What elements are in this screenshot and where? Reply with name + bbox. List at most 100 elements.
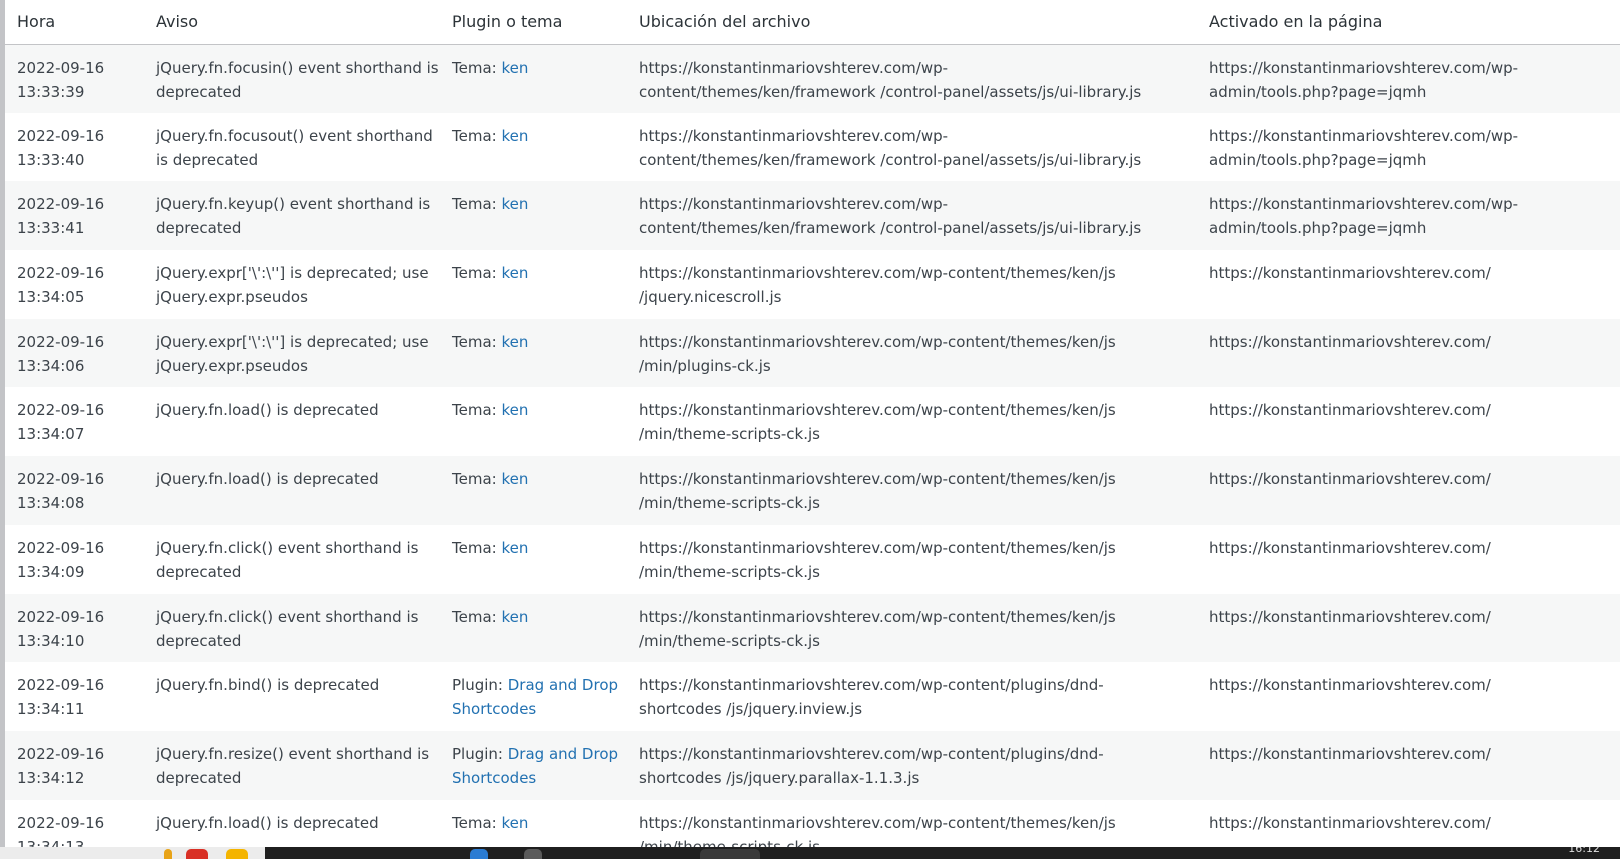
cell-time: 2022-09-16 13:34:12 bbox=[17, 744, 105, 787]
cell-activated-page: https://konstantinmariovshterev.com/ bbox=[1209, 607, 1491, 626]
deprecation-log-table: Hora Aviso Plugin o tema Ubicación del a… bbox=[5, 0, 1620, 847]
source-name-link[interactable]: ken bbox=[501, 401, 528, 419]
source-name-link[interactable]: ken bbox=[501, 539, 528, 557]
cell-time: 2022-09-16 13:34:05 bbox=[17, 264, 105, 307]
table-row: 2022-09-16 13:34:13 jQuery.fn.load() is d… bbox=[5, 799, 1620, 847]
cell-notice: jQuery.fn.click() event shorthand is dep… bbox=[156, 607, 419, 650]
cell-source: Tema: ken bbox=[440, 113, 627, 182]
taskbar-clock[interactable]: 16:12 bbox=[1568, 847, 1600, 855]
table-row: 2022-09-16 13:34:10 jQuery.fn.click() eve… bbox=[5, 593, 1620, 663]
cell-time: 2022-09-16 13:33:39 bbox=[17, 58, 105, 101]
source-name-link[interactable]: ken bbox=[501, 59, 528, 77]
cell-time: 2022-09-16 13:33:40 bbox=[17, 126, 105, 169]
cell-activated-page: https://konstantinmariovshterev.com/ bbox=[1209, 264, 1491, 283]
source-type-label: Tema: bbox=[452, 813, 502, 832]
source-type-label: Plugin: bbox=[452, 744, 508, 763]
source-name-link[interactable]: ken bbox=[501, 470, 528, 488]
cell-time: 2022-09-16 13:34:10 bbox=[17, 607, 105, 650]
cell-activated-page: https://konstantinmariovshterev.com/ bbox=[1209, 744, 1491, 763]
cell-notice: jQuery.fn.keyup() event shorthand is dep… bbox=[156, 195, 431, 238]
cell-notice: jQuery.fn.load() is deprecated bbox=[156, 813, 379, 832]
source-name-link[interactable]: ken bbox=[501, 127, 528, 145]
cell-file-location: https://konstantinmariovshterev.com/wp-c… bbox=[639, 58, 1142, 101]
source-type-label: Plugin: bbox=[452, 676, 508, 695]
cell-notice: jQuery.fn.click() event shorthand is dep… bbox=[156, 538, 419, 581]
cell-time: 2022-09-16 13:34:06 bbox=[17, 332, 105, 375]
column-header-file-location[interactable]: Ubicación del archivo bbox=[627, 0, 1197, 45]
column-header-plugin-theme[interactable]: Plugin o tema bbox=[440, 0, 627, 45]
pinned-app-icon[interactable] bbox=[524, 849, 542, 859]
file-explorer-icon[interactable] bbox=[226, 849, 248, 859]
table-row: 2022-09-16 13:34:11 jQuery.fn.bind() is d… bbox=[5, 662, 1620, 731]
table-row: 2022-09-16 13:33:41 jQuery.fn.keyup() eve… bbox=[5, 181, 1620, 251]
cell-file-location: https://konstantinmariovshterev.com/wp-c… bbox=[639, 813, 1116, 847]
cell-source: Tema: ken bbox=[440, 387, 627, 456]
cell-activated-page: https://konstantinmariovshterev.com/wp-a… bbox=[1209, 195, 1519, 238]
table-row: 2022-09-16 13:34:06 jQuery.expr['\':\''] … bbox=[5, 318, 1620, 388]
source-type-label: Tema: bbox=[452, 538, 502, 557]
table-row: 2022-09-16 13:34:12 jQuery.fn.resize() ev… bbox=[5, 730, 1620, 800]
cell-time: 2022-09-16 13:33:41 bbox=[17, 195, 105, 238]
table-row: 2022-09-16 13:34:05 jQuery.expr['\':\''] … bbox=[5, 250, 1620, 319]
table-header: Hora Aviso Plugin o tema Ubicación del a… bbox=[5, 0, 1620, 45]
cell-time: 2022-09-16 13:34:08 bbox=[17, 470, 105, 513]
cell-file-location: https://konstantinmariovshterev.com/wp-c… bbox=[639, 744, 1104, 787]
cell-source: Tema: ken bbox=[440, 800, 627, 847]
cell-file-location: https://konstantinmariovshterev.com/wp-c… bbox=[639, 332, 1116, 375]
cell-file-location: https://konstantinmariovshterev.com/wp-c… bbox=[639, 401, 1116, 444]
table-row: 2022-09-16 13:34:07 jQuery.fn.load() is d… bbox=[5, 387, 1620, 457]
cell-time: 2022-09-16 13:34:11 bbox=[17, 676, 105, 719]
source-name-link[interactable]: ken bbox=[501, 264, 528, 282]
source-type-label: Tema: bbox=[452, 264, 502, 283]
os-taskbar: 16:12 bbox=[0, 847, 1620, 859]
cell-source: Tema: ken bbox=[440, 250, 627, 319]
cell-source: Plugin: Drag and Drop Shortcodes bbox=[440, 662, 627, 731]
cell-file-location: https://konstantinmariovshterev.com/wp-c… bbox=[639, 676, 1104, 719]
cell-source: Tema: ken bbox=[440, 44, 627, 113]
table-body: 2022-09-16 13:33:39 jQuery.fn.focusin() e… bbox=[5, 44, 1620, 847]
table-row: 2022-09-16 13:34:09 jQuery.fn.click() eve… bbox=[5, 524, 1620, 594]
cell-file-location: https://konstantinmariovshterev.com/wp-c… bbox=[639, 470, 1116, 513]
cell-activated-page: https://konstantinmariovshterev.com/wp-a… bbox=[1209, 126, 1519, 169]
cell-activated-page: https://konstantinmariovshterev.com/ bbox=[1209, 676, 1491, 695]
cell-notice: jQuery.fn.load() is deprecated bbox=[156, 401, 379, 420]
app-icon[interactable] bbox=[164, 849, 172, 859]
cell-time: 2022-09-16 13:34:07 bbox=[17, 401, 105, 444]
cell-file-location: https://konstantinmariovshterev.com/wp-c… bbox=[639, 538, 1116, 581]
edge-icon[interactable] bbox=[470, 849, 488, 859]
column-header-activated-page[interactable]: Activado en la página bbox=[1197, 0, 1620, 45]
cell-source: Tema: ken bbox=[440, 181, 627, 250]
source-name-link[interactable]: ken bbox=[501, 608, 528, 626]
source-type-label: Tema: bbox=[452, 332, 502, 351]
cell-file-location: https://konstantinmariovshterev.com/wp-c… bbox=[639, 264, 1116, 307]
cell-activated-page: https://konstantinmariovshterev.com/wp-a… bbox=[1209, 58, 1519, 101]
cell-source: Tema: ken bbox=[440, 456, 627, 525]
cell-activated-page: https://konstantinmariovshterev.com/ bbox=[1209, 538, 1491, 557]
cell-notice: jQuery.fn.load() is deprecated bbox=[156, 470, 379, 489]
cell-activated-page: https://konstantinmariovshterev.com/ bbox=[1209, 813, 1491, 832]
cell-source: Tema: ken bbox=[440, 525, 627, 594]
table-row: 2022-09-16 13:33:39 jQuery.fn.focusin() e… bbox=[5, 44, 1620, 113]
source-name-link[interactable]: ken bbox=[501, 333, 528, 351]
cell-notice: jQuery.expr['\':\''] is deprecated; use … bbox=[156, 264, 429, 307]
active-app-button[interactable] bbox=[700, 849, 760, 859]
cell-notice: jQuery.fn.resize() event shorthand is de… bbox=[156, 744, 430, 787]
table-row: 2022-09-16 13:33:40 jQuery.fn.focusout() … bbox=[5, 112, 1620, 182]
cell-activated-page: https://konstantinmariovshterev.com/ bbox=[1209, 470, 1491, 489]
cell-time: 2022-09-16 13:34:13 bbox=[17, 813, 105, 847]
source-name-link[interactable]: ken bbox=[501, 814, 528, 832]
source-name-link[interactable]: ken bbox=[501, 195, 528, 213]
deprecation-log-table-container: Hora Aviso Plugin o tema Ubicación del a… bbox=[0, 0, 1620, 847]
cell-notice: jQuery.fn.focusin() event shorthand is d… bbox=[156, 58, 439, 101]
cell-activated-page: https://konstantinmariovshterev.com/ bbox=[1209, 401, 1491, 420]
source-type-label: Tema: bbox=[452, 195, 502, 214]
source-type-label: Tema: bbox=[452, 401, 502, 420]
browser-icon[interactable] bbox=[186, 849, 208, 859]
source-type-label: Tema: bbox=[452, 607, 502, 626]
column-header-time[interactable]: Hora bbox=[5, 0, 144, 45]
source-type-label: Tema: bbox=[452, 58, 502, 77]
cell-source: Plugin: Drag and Drop Shortcodes bbox=[440, 731, 627, 800]
cell-file-location: https://konstantinmariovshterev.com/wp-c… bbox=[639, 126, 1142, 169]
column-header-notice[interactable]: Aviso bbox=[144, 0, 440, 45]
cell-notice: jQuery.fn.focusout() event shorthand is … bbox=[156, 126, 433, 169]
